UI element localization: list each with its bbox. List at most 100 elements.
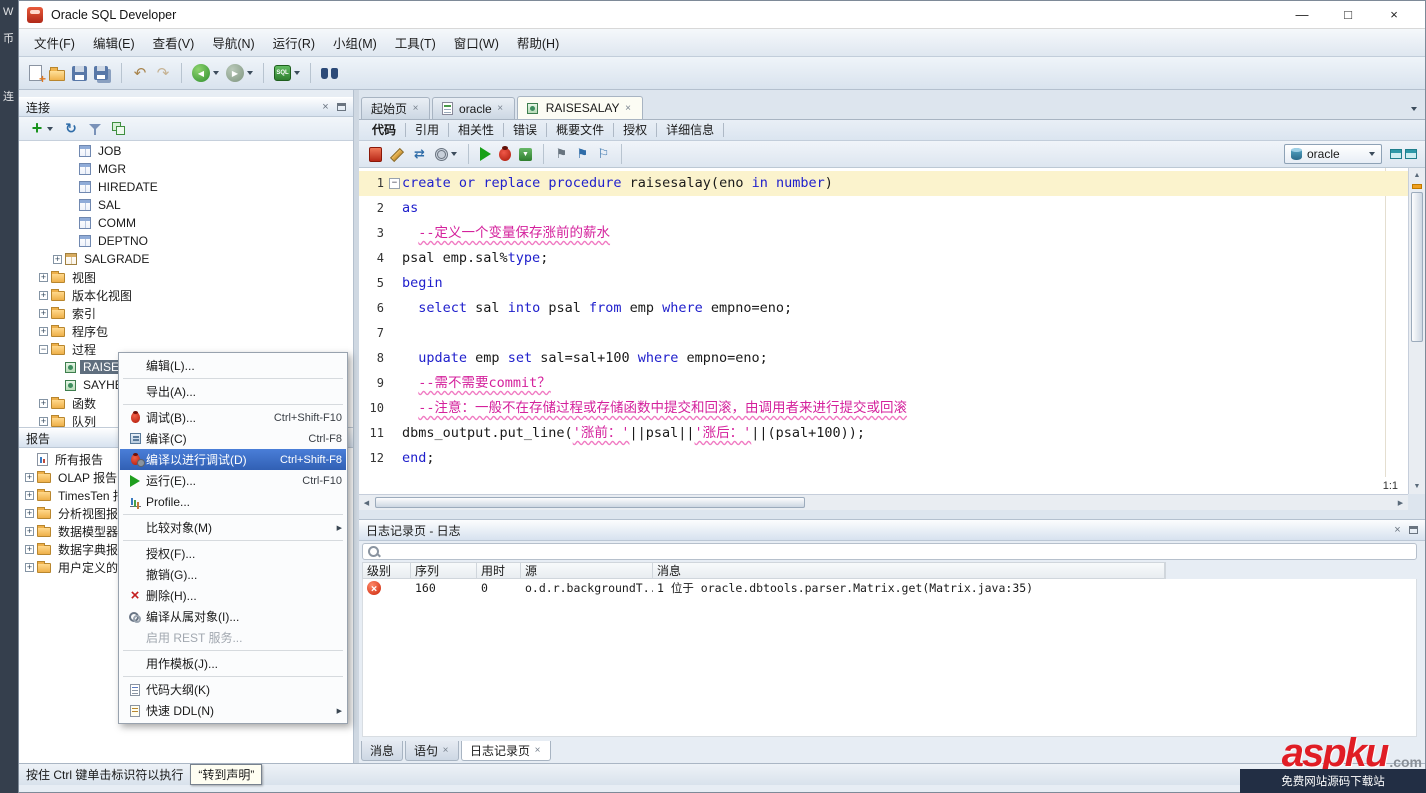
close-tab-icon[interactable] — [624, 103, 633, 114]
code-line[interactable]: 4psal emp.sal%type; — [359, 246, 1408, 271]
context-menu-item-compile-for-debug[interactable]: 编译以进行调试(D)Ctrl+Shift-F8 — [120, 449, 346, 470]
code-line[interactable]: 11dbms_output.put_line('涨前：'||psal||'涨后：… — [359, 421, 1408, 446]
context-menu-item-compile[interactable]: 编译(C)Ctrl-F8 — [120, 428, 346, 449]
context-menu-item-compare[interactable]: 比较对象(M) — [120, 517, 346, 538]
scroll-down-icon[interactable] — [1409, 479, 1425, 494]
close-tab-icon[interactable] — [533, 745, 542, 756]
tab-overflow-chevron-icon[interactable] — [1411, 107, 1417, 111]
apply-filter-button[interactable] — [87, 120, 103, 138]
context-menu-item-revoke[interactable]: 撤销(G)... — [120, 564, 346, 585]
context-menu-item-run[interactable]: 运行(E)...Ctrl-F10 — [120, 470, 346, 491]
expand-expander-icon[interactable] — [39, 399, 48, 408]
view-tab-profiles[interactable]: 概要文件 — [547, 123, 614, 137]
view-tab-dependencies[interactable]: 相关性 — [449, 123, 504, 137]
edit-button[interactable] — [388, 145, 406, 163]
restore-panel-icon[interactable] — [1390, 149, 1402, 159]
connection-item-job[interactable]: JOB — [19, 142, 353, 160]
code-line[interactable]: 5begin — [359, 271, 1408, 296]
log-filter-input[interactable] — [385, 545, 1411, 559]
expand-expander-icon[interactable] — [39, 417, 48, 426]
code-line[interactable]: 3 --定义一个变量保存涨前的薪水 — [359, 221, 1408, 246]
menu-team[interactable]: 小组(M) — [324, 30, 386, 55]
dropdown-arrow-icon[interactable] — [247, 71, 253, 75]
tab-raisesalay[interactable]: RAISESALAY — [517, 96, 643, 119]
view-tab-code[interactable]: 代码 — [363, 123, 406, 137]
close-button[interactable]: × — [1371, 1, 1417, 28]
context-menu-item-export[interactable]: 导出(A)... — [120, 381, 346, 402]
save-all-button[interactable] — [92, 64, 113, 82]
log-column-header-4[interactable]: 消息 — [653, 563, 1165, 578]
connection-item-sal[interactable]: SAL — [19, 196, 353, 214]
maximize-panel-icon[interactable] — [1405, 149, 1417, 159]
menu-window[interactable]: 窗口(W) — [445, 30, 508, 55]
sql-worksheet-button[interactable] — [272, 63, 302, 83]
context-menu-item-grant[interactable]: 授权(F)... — [120, 543, 346, 564]
horizontal-scroll-thumb[interactable] — [375, 497, 805, 508]
minimize-button[interactable]: — — [1279, 1, 1325, 28]
close-tab-icon[interactable] — [441, 745, 450, 756]
log-column-header-2[interactable]: 用时 — [477, 563, 521, 578]
view-tab-grants[interactable]: 授权 — [614, 123, 657, 137]
scroll-right-icon[interactable] — [1393, 495, 1408, 510]
connection-item-deptno[interactable]: DEPTNO — [19, 232, 353, 250]
code-editor[interactable]: 1create or replace procedure raisesalay(… — [359, 168, 1408, 477]
maximize-button[interactable]: □ — [1325, 1, 1371, 28]
menu-file[interactable]: 文件(F) — [25, 30, 84, 55]
vertical-scrollbar[interactable] — [1408, 168, 1425, 494]
tab-oracle[interactable]: oracle — [432, 97, 515, 119]
code-line[interactable]: 8 update emp set sal=sal+100 where empno… — [359, 346, 1408, 371]
log-column-header-0[interactable]: 级别 — [363, 563, 411, 578]
connection-item-versioned-views[interactable]: 版本化视图 — [19, 286, 353, 304]
connection-item-hiredate[interactable]: HIREDATE — [19, 178, 353, 196]
expand-expander-icon[interactable] — [39, 291, 48, 300]
code-line[interactable]: 9 --需不需要commit？ — [359, 371, 1408, 396]
code-line[interactable]: 12end; — [359, 446, 1408, 471]
forward-button[interactable] — [224, 62, 255, 84]
fold-toggle-icon[interactable] — [387, 171, 402, 196]
expand-expander-icon[interactable] — [53, 255, 62, 264]
log-tab-messages[interactable]: 消息 — [361, 741, 403, 761]
scroll-up-icon[interactable] — [1409, 168, 1425, 183]
dropdown-arrow-icon[interactable] — [213, 71, 219, 75]
run-button[interactable] — [478, 145, 493, 163]
expand-expander-icon[interactable] — [25, 491, 34, 500]
expand-expander-icon[interactable] — [39, 327, 48, 336]
panel-restore-icon[interactable] — [1409, 526, 1418, 534]
scroll-left-icon[interactable] — [359, 495, 374, 510]
dropdown-arrow-icon[interactable] — [294, 71, 300, 75]
panel-close-icon[interactable] — [319, 101, 332, 113]
view-tab-errors[interactable]: 错误 — [504, 123, 547, 137]
bookmark-button[interactable] — [553, 144, 570, 164]
panel-restore-icon[interactable] — [337, 103, 346, 111]
connection-item-views[interactable]: 视图 — [19, 268, 353, 286]
expand-expander-icon[interactable] — [25, 545, 34, 554]
expand-expander-icon[interactable] — [25, 509, 34, 518]
expand-expander-icon[interactable] — [25, 473, 34, 482]
refresh-button[interactable] — [62, 120, 80, 138]
save-button[interactable] — [70, 64, 89, 83]
horizontal-scrollbar[interactable] — [359, 494, 1408, 510]
back-button[interactable] — [190, 62, 221, 84]
open-button[interactable] — [47, 64, 67, 83]
context-menu-item-edit[interactable]: 编辑(L)... — [120, 355, 346, 376]
vertical-scroll-thumb[interactable] — [1411, 192, 1423, 342]
redo-button[interactable] — [153, 63, 173, 83]
menu-navigate[interactable]: 导航(N) — [203, 30, 263, 55]
next-bookmark-button[interactable] — [574, 144, 591, 164]
view-tab-details[interactable]: 详细信息 — [657, 123, 724, 137]
context-menu-item-code-outline[interactable]: 代码大纲(K) — [120, 679, 346, 700]
context-menu-item-debug[interactable]: 调试(B)...Ctrl+Shift-F10 — [120, 407, 346, 428]
synchronize-button[interactable] — [410, 145, 429, 163]
connection-item-salgrade[interactable]: SALGRADE — [19, 250, 353, 268]
code-line[interactable]: 2as — [359, 196, 1408, 221]
tab-start-page[interactable]: 起始页 — [361, 97, 430, 119]
context-menu-item-quick-ddl[interactable]: 快速 DDL(N) — [120, 700, 346, 721]
context-menu-item-compile-dependents[interactable]: 编译从属对象(I)... — [120, 606, 346, 627]
code-line[interactable]: 6 select sal into psal from emp where em… — [359, 296, 1408, 321]
log-column-header-3[interactable]: 源 — [521, 563, 653, 578]
close-tab-icon[interactable] — [411, 103, 420, 114]
code-line[interactable]: 10 --注意：一般不在存储过程或存储函数中提交和回滚，由调用者来进行提交或回滚 — [359, 396, 1408, 421]
connection-item-comm[interactable]: COMM — [19, 214, 353, 232]
view-tab-references[interactable]: 引用 — [406, 123, 449, 137]
dropdown-arrow-icon[interactable] — [47, 127, 53, 131]
